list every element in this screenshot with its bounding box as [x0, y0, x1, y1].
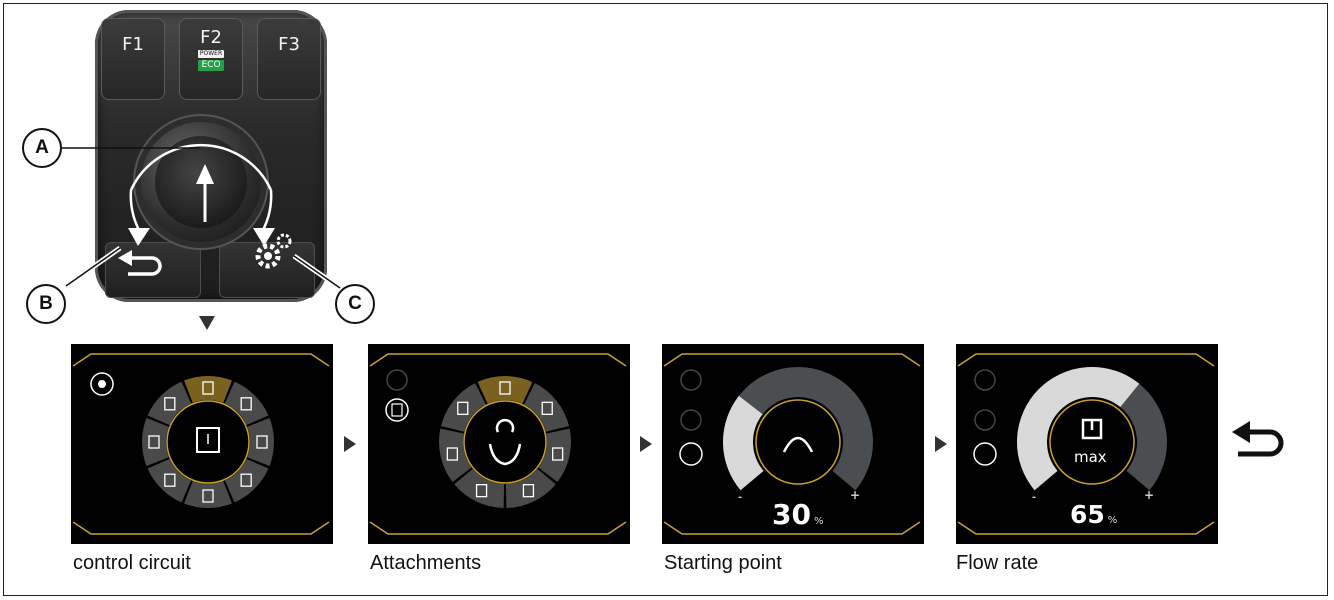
menu-segment-selected[interactable]: [477, 376, 533, 404]
gears-icon: [98, 380, 106, 388]
caption-flow-rate: Flow rate: [956, 552, 1039, 574]
caption-attachments: Attachments: [370, 552, 482, 574]
attachment-button[interactable]: [679, 442, 703, 466]
control-circuit-button[interactable]: [680, 409, 702, 431]
next-arrow-icon: [344, 436, 356, 452]
gauge-level-fill: [723, 395, 764, 491]
return-arrow-icon: [128, 256, 162, 276]
callout-a: A: [22, 128, 62, 168]
center-hub: [1049, 399, 1135, 485]
center-hub: [463, 400, 547, 484]
frame-top-accent: [663, 353, 921, 367]
up-arrow-icon: [196, 164, 214, 222]
menu-segment[interactable]: [247, 418, 274, 466]
settings-mode-button[interactable]: [974, 369, 996, 391]
leader-line-c: [293, 255, 341, 289]
rotation-arc-left: [129, 189, 142, 233]
control-circuit-icon: [391, 403, 403, 417]
next-arrow-icon: [640, 436, 652, 452]
gauge-plus-label: +: [850, 488, 861, 502]
settings-mode-button[interactable]: [386, 369, 408, 391]
frame-bottom-accent: [72, 521, 330, 535]
ccw-arrowhead-icon: [128, 228, 150, 246]
return-arrowhead-icon: [118, 250, 132, 266]
caption-control-circuit: control circuit: [73, 552, 191, 574]
percent-value: 30: [772, 498, 811, 531]
cw-arrowhead-icon: [253, 228, 275, 246]
screen-graphic: [72, 353, 330, 535]
gauge-minus-label: -: [738, 492, 743, 503]
percent-unit: %: [1107, 515, 1118, 526]
callout-c: C: [335, 284, 375, 324]
max-label: max: [1074, 448, 1107, 466]
gauge-plus-label: +: [1144, 488, 1155, 502]
frame-top-accent: [369, 353, 627, 367]
percent-unit: %: [813, 516, 824, 527]
leader-line-b: [65, 247, 121, 287]
frame-top-accent: [72, 353, 330, 367]
percent-readout: 30%: [772, 498, 823, 531]
attachment-button[interactable]: [973, 442, 997, 466]
screen-flow-rate: max - + 65%: [956, 344, 1218, 544]
screen-control-circuit: [71, 344, 333, 544]
frame-bottom-accent: [369, 521, 627, 535]
caption-starting-point: Starting point: [664, 552, 782, 574]
return-arrow-icon: [1232, 421, 1284, 457]
menu-segment[interactable]: [142, 418, 169, 466]
menu-segment-selected[interactable]: [184, 376, 232, 403]
center-hub: [755, 399, 841, 485]
menu-segment[interactable]: [184, 481, 232, 508]
screen-graphic: [369, 353, 627, 535]
next-arrow-icon: [935, 436, 947, 452]
down-arrow-icon: [199, 316, 215, 330]
percent-value: 65: [1070, 500, 1105, 529]
settings-mode-button[interactable]: [680, 369, 702, 391]
control-circuit-button[interactable]: [385, 398, 409, 422]
percent-readout: 65%: [1070, 500, 1117, 529]
frame-top-accent: [957, 353, 1215, 367]
rotation-arc-right: [260, 189, 273, 233]
screen-attachments: [368, 344, 630, 544]
callout-b: B: [26, 284, 66, 324]
control-circuit-button[interactable]: [974, 409, 996, 431]
gauge-minus-label: -: [1032, 492, 1037, 503]
screen-starting-point: - + 30%: [662, 344, 924, 544]
